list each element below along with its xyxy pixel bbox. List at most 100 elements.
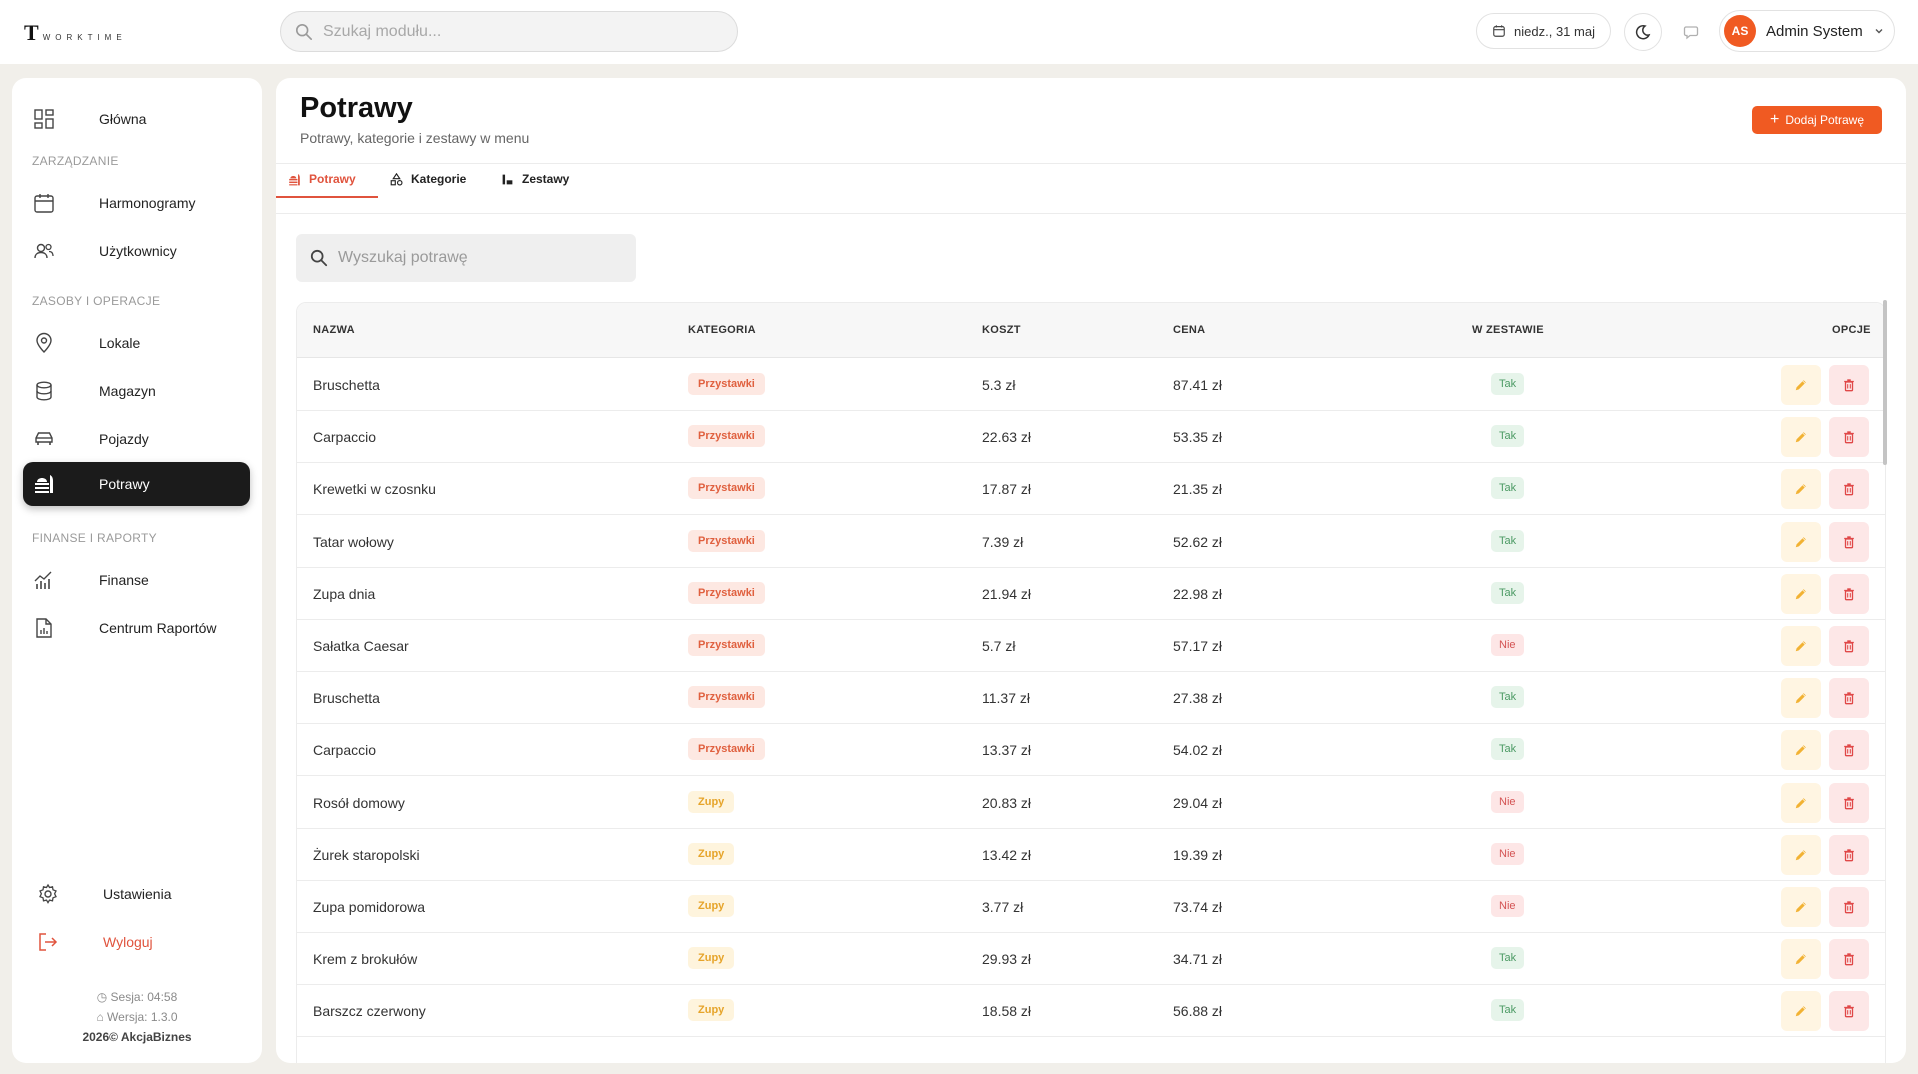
delete-button[interactable]	[1829, 469, 1869, 510]
user-menu[interactable]: AS Admin System	[1719, 10, 1895, 52]
in-set-badge: Tak	[1491, 373, 1525, 395]
table-row[interactable]: Sałatka Caesar Przystawki 5.7 zł 57.17 zł Ni…	[297, 620, 1885, 672]
table-row[interactable]: Żurek staropolski Zupy 13.42 zł 19.39 zł Nie	[297, 829, 1885, 881]
tab-categories[interactable]: Kategorie	[390, 163, 466, 195]
column-header-name[interactable]: NAZWA	[313, 324, 355, 336]
section-finance: FINANSE I RAPORTY	[32, 531, 157, 545]
page-title: Potrawy	[300, 92, 413, 124]
avatar: AS	[1724, 15, 1756, 47]
delete-button[interactable]	[1829, 887, 1869, 927]
table-row[interactable]: Zupa dnia Przystawki 21.94 zł 22.98 zł Tak	[297, 568, 1885, 620]
chart-icon	[34, 571, 52, 589]
dish-cost: 21.94 zł	[982, 585, 1032, 602]
delete-button[interactable]	[1829, 573, 1869, 614]
trash-icon	[1844, 535, 1854, 548]
sidebar-item-dishes[interactable]: Potrawy	[23, 462, 250, 506]
delete-button[interactable]	[1829, 782, 1869, 823]
sidebar-item-reports[interactable]: Centrum Raportów	[23, 606, 250, 650]
pencil-icon	[1795, 484, 1806, 495]
dish-search[interactable]	[296, 234, 636, 282]
category-badge: Przystawki	[688, 634, 765, 656]
tab-dishes[interactable]: Potrawy	[288, 163, 356, 195]
date-pill[interactable]: niedz., 31 maj	[1476, 13, 1611, 49]
sidebar-item-label: Pojazdy	[99, 431, 149, 447]
edit-button[interactable]	[1781, 469, 1821, 510]
edit-button[interactable]	[1781, 626, 1821, 666]
trash-icon	[1844, 953, 1854, 966]
column-header-in-set[interactable]: W ZESTAWIE	[1472, 324, 1544, 336]
edit-button[interactable]	[1781, 939, 1821, 980]
edit-button[interactable]	[1781, 417, 1821, 458]
edit-button[interactable]	[1781, 887, 1821, 927]
tab-sets[interactable]: Zestawy	[501, 163, 569, 195]
table-row[interactable]: Bruschetta Przystawki 11.37 zł 27.38 zł Tak	[297, 672, 1885, 725]
delete-button[interactable]	[1829, 834, 1869, 875]
edit-button[interactable]	[1781, 678, 1821, 719]
column-header-category[interactable]: KATEGORIA	[688, 324, 756, 336]
dish-price: 52.62 zł	[1173, 533, 1223, 550]
sidebar-item-label: Wyloguj	[103, 934, 153, 950]
chat-icon	[1683, 26, 1699, 40]
dish-name: Bruschetta	[313, 377, 380, 393]
table-row[interactable]: Krem z brokułów Zupy 29.93 zł 34.71 zł Tak	[297, 933, 1885, 986]
add-dish-button[interactable]: + Dodaj Potrawę	[1752, 106, 1882, 134]
delete-button[interactable]	[1829, 678, 1869, 719]
moon-icon	[1635, 24, 1651, 40]
pencil-icon	[1795, 1006, 1806, 1017]
sidebar-item-home[interactable]: Główna	[23, 97, 250, 141]
delete-button[interactable]	[1829, 939, 1869, 980]
table-row[interactable]: Carpaccio Przystawki 13.37 zł 54.02 zł Tak	[297, 724, 1885, 777]
table-row[interactable]: Rosół domowy Zupy 20.83 zł 29.04 zł Nie	[297, 777, 1885, 829]
table-row[interactable]: Barszcz czerwony Zupy 18.58 zł 56.88 zł Tak	[297, 985, 1885, 1038]
trash-icon	[1844, 849, 1854, 862]
column-header-cost[interactable]: KOSZT	[982, 324, 1021, 336]
tab-label: Kategorie	[411, 172, 467, 186]
sidebar-item-settings[interactable]: Ustawienia	[23, 872, 250, 916]
table-scrollbar[interactable]	[1883, 300, 1887, 465]
sidebar-item-users[interactable]: Użytkownicy	[23, 229, 250, 273]
edit-button[interactable]	[1781, 573, 1821, 614]
delete-button[interactable]	[1829, 365, 1869, 405]
edit-button[interactable]	[1781, 834, 1821, 875]
calendar-icon	[1493, 25, 1505, 37]
delete-button[interactable]	[1829, 626, 1869, 666]
main-panel: Potrawy Potrawy, kategorie i zestawy w m…	[276, 78, 1906, 1063]
dishes-table: NAZWA KATEGORIA KOSZT CENA W ZESTAWIE OP…	[296, 302, 1886, 1063]
app-logo[interactable]: T WORKTIME	[24, 20, 127, 46]
edit-button[interactable]	[1781, 365, 1821, 405]
column-header-price[interactable]: CENA	[1173, 324, 1205, 336]
messages-button[interactable]	[1672, 13, 1710, 51]
sidebar-item-warehouse[interactable]: Magazyn	[23, 369, 250, 413]
dish-name: Bruschetta	[313, 690, 380, 707]
theme-toggle-button[interactable]	[1624, 13, 1662, 51]
table-row[interactable]: Tatar wołowy Przystawki 7.39 zł 52.62 zł Tak	[297, 516, 1885, 568]
edit-button[interactable]	[1781, 730, 1821, 771]
sidebar-item-schedules[interactable]: Harmonogramy	[23, 181, 250, 225]
delete-button[interactable]	[1829, 521, 1869, 562]
sidebar-item-logout[interactable]: Wyloguj	[23, 920, 250, 964]
table-row[interactable]: Zupa pomidorowa Zupy 3.77 zł 73.74 zł Nie	[297, 881, 1885, 933]
edit-button[interactable]	[1781, 782, 1821, 823]
delete-button[interactable]	[1829, 991, 1869, 1032]
edit-button[interactable]	[1781, 991, 1821, 1032]
sidebar-item-vehicles[interactable]: Pojazdy	[23, 417, 250, 461]
sidebar-item-finance[interactable]: Finanse	[23, 558, 250, 602]
pencil-icon	[1795, 536, 1806, 547]
table-row[interactable]: Krewetki w czosnku Przystawki 17.87 zł 21.3…	[297, 463, 1885, 516]
module-search[interactable]	[280, 11, 738, 52]
sidebar-item-locations[interactable]: Lokale	[23, 321, 250, 365]
version-info: ⌂ Wersja: 1.3.0	[12, 1010, 262, 1024]
delete-button[interactable]	[1829, 417, 1869, 458]
category-badge: Przystawki	[688, 425, 765, 448]
dish-cost: 5.3 zł	[982, 377, 1016, 393]
table-row[interactable]: Bruschetta Przystawki 5.3 zł 87.41 zł Tak	[297, 359, 1885, 411]
pencil-icon	[1795, 693, 1806, 704]
table-row[interactable]: Carpaccio Przystawki 22.63 zł 53.35 zł Tak	[297, 411, 1885, 464]
edit-button[interactable]	[1781, 521, 1821, 562]
in-set-badge: Tak	[1491, 738, 1525, 761]
dish-search-input[interactable]	[338, 249, 618, 267]
module-search-input[interactable]	[323, 22, 703, 41]
dashboard-icon	[34, 109, 54, 129]
dish-cost: 22.63 zł	[982, 429, 1032, 446]
delete-button[interactable]	[1829, 730, 1869, 771]
